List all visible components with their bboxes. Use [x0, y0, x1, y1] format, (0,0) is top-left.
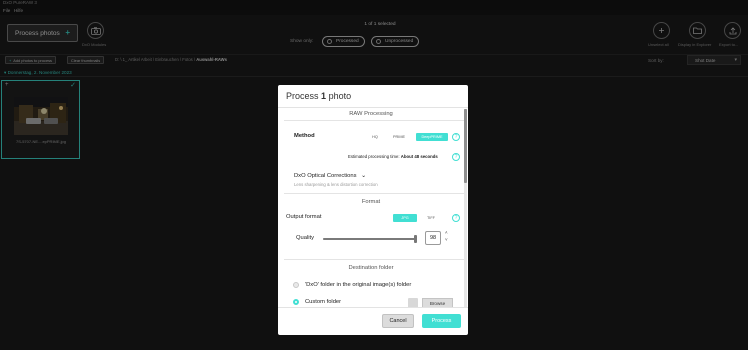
process-button[interactable]: Process — [422, 314, 461, 328]
estimated-time-value: About 48 seconds — [400, 154, 438, 159]
format-tiff-option[interactable]: TIFF — [422, 214, 440, 222]
process-dialog: Process 1 photo RAW Processing Method HQ… — [278, 85, 468, 335]
format-jpg-option[interactable]: JPG — [393, 214, 417, 222]
divider — [278, 107, 468, 108]
dest-dxo-folder-label[interactable]: 'DxO' folder in the original image(s) fo… — [305, 282, 411, 288]
dialog-title-prefix: Process — [286, 91, 319, 101]
method-hq-option[interactable]: HQ — [366, 133, 384, 141]
format-section-title: Format — [361, 199, 381, 205]
dest-custom-folder-label[interactable]: Custom folder — [305, 299, 341, 305]
optical-corrections-toggle[interactable]: DxO Optical Corrections ⌄ — [294, 172, 366, 179]
output-format-label: Output format — [286, 214, 322, 220]
divider — [284, 193, 464, 194]
dialog-scrollbar[interactable] — [464, 109, 467, 307]
dest-custom-folder-radio[interactable] — [293, 299, 299, 305]
method-deepprime-option[interactable]: DeepPRIME — [416, 133, 448, 141]
raw-section-title: RAW Processing — [349, 111, 393, 117]
scrollbar-thumb[interactable] — [464, 109, 467, 183]
cancel-button[interactable]: Cancel — [382, 314, 414, 328]
dest-dxo-folder-radio[interactable] — [293, 282, 299, 288]
quality-slider-fill — [323, 238, 416, 240]
quality-label: Quality — [296, 235, 315, 241]
optical-corrections-label: DxO Optical Corrections — [294, 173, 357, 179]
quality-slider-handle[interactable] — [413, 235, 417, 243]
quality-up-icon[interactable]: ˄ — [445, 230, 448, 235]
help-icon[interactable]: ? — [452, 153, 460, 161]
estimated-time-label: Estimated processing time: — [348, 154, 400, 159]
optical-corrections-subtitle: Lens sharpening & lens distortion correc… — [294, 182, 378, 187]
divider — [284, 259, 464, 260]
quality-slider[interactable] — [323, 235, 417, 243]
quality-input[interactable]: 98 — [425, 231, 441, 245]
chevron-down-icon: ⌄ — [361, 173, 367, 179]
dialog-title-suffix: photo — [328, 91, 352, 101]
method-prime-option[interactable]: PRIME — [389, 133, 409, 141]
dialog-title: Process 1 photo — [286, 91, 351, 101]
dialog-title-count: 1 — [321, 91, 327, 101]
divider — [278, 307, 468, 308]
estimated-time: Estimated processing time: About 48 seco… — [348, 154, 438, 159]
help-icon[interactable]: ? — [452, 133, 460, 141]
destination-section-title: Destination folder — [348, 265, 394, 271]
method-label: Method — [294, 133, 315, 139]
quality-down-icon[interactable]: ˅ — [445, 237, 448, 242]
help-icon[interactable]: ? — [452, 214, 460, 222]
divider — [284, 120, 464, 121]
